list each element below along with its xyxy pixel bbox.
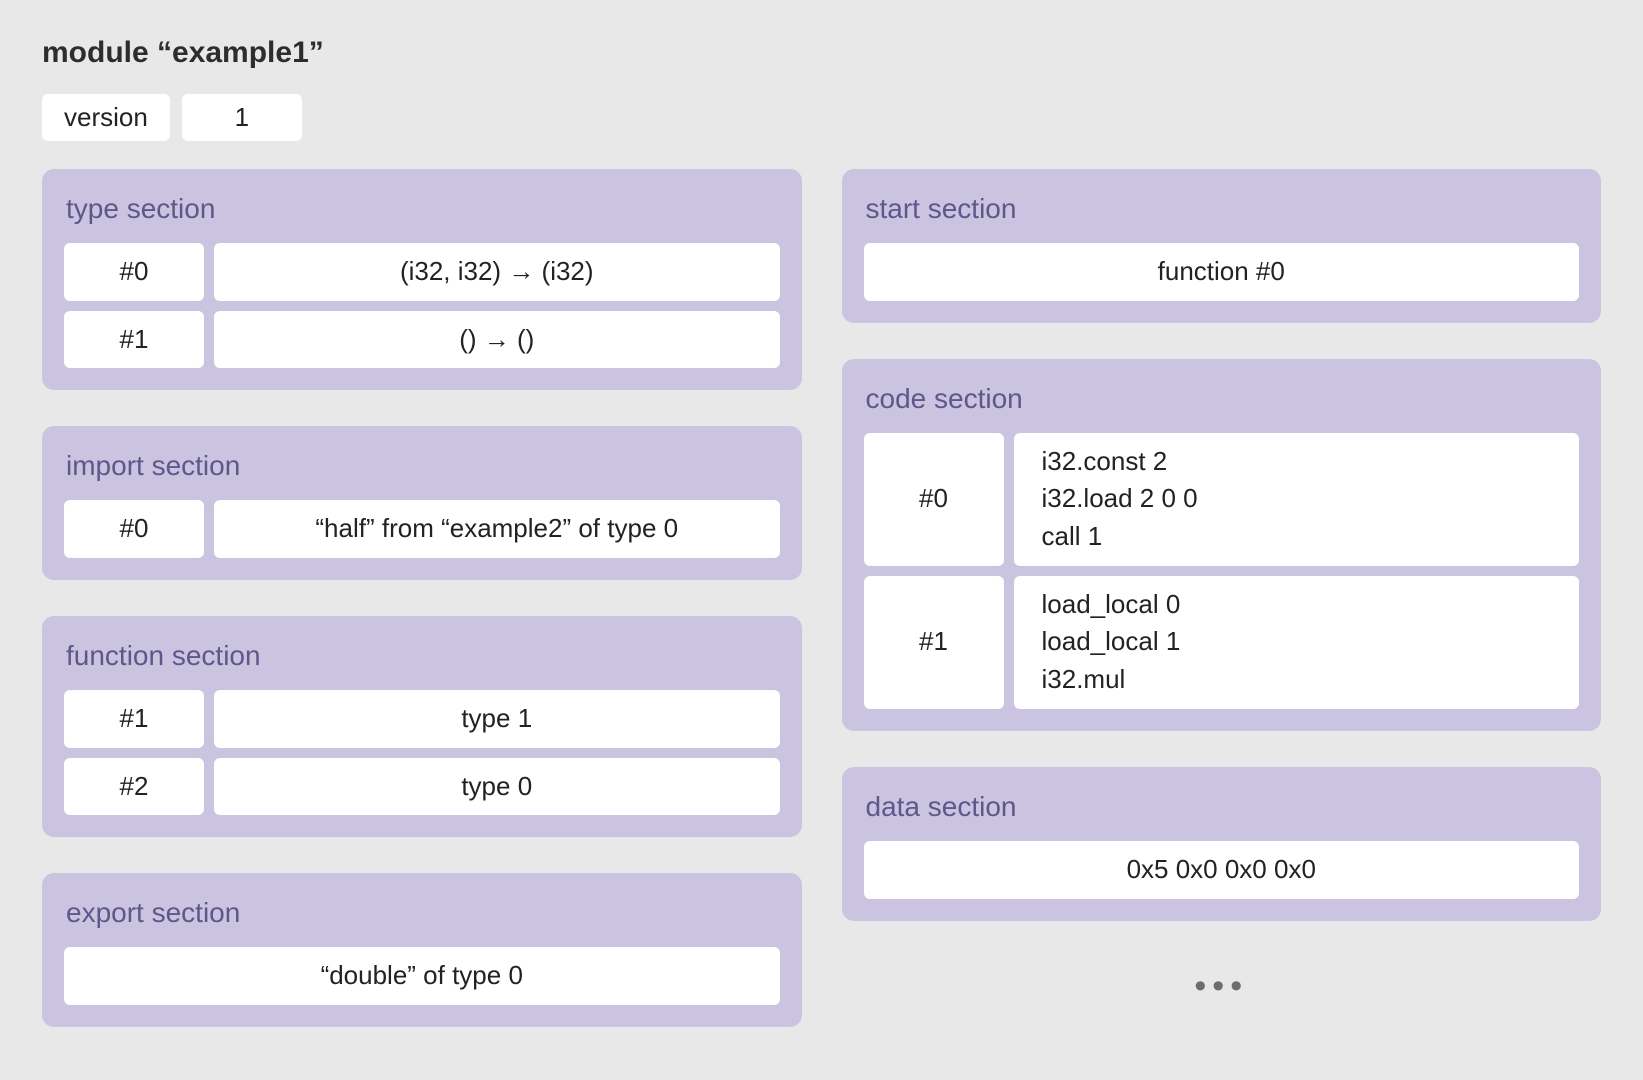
function-section: function section #1 type 1 #2 type 0: [42, 616, 802, 837]
row-index: #0: [64, 500, 204, 558]
code-row: #0 i32.const 2 i32.load 2 0 0 call 1: [864, 433, 1580, 566]
code-line: i32.mul: [1042, 661, 1566, 699]
code-line: i32.const 2: [1042, 443, 1566, 481]
section-title: data section: [866, 791, 1578, 823]
type-signature: (i32, i32) → (i32): [214, 243, 780, 301]
export-section: export section “double” of type 0: [42, 873, 802, 1027]
section-title: export section: [66, 897, 778, 929]
data-desc: 0x5 0x0 0x0 0x0: [864, 841, 1580, 899]
section-title: start section: [866, 193, 1578, 225]
code-body: load_local 0 load_local 1 i32.mul: [1014, 576, 1580, 709]
row-index: #1: [864, 576, 1004, 709]
row-index: #0: [64, 243, 204, 301]
start-desc: function #0: [864, 243, 1580, 301]
function-desc: type 1: [214, 690, 780, 748]
import-row: #0 “half” from “example2” of type 0: [64, 500, 780, 558]
start-row: function #0: [864, 243, 1580, 301]
row-index: #1: [64, 690, 204, 748]
section-title: function section: [66, 640, 778, 672]
ellipsis-icon: •••: [842, 967, 1602, 1006]
function-row: #1 type 1: [64, 690, 780, 748]
row-index: #0: [864, 433, 1004, 566]
code-body: i32.const 2 i32.load 2 0 0 call 1: [1014, 433, 1580, 566]
import-section: import section #0 “half” from “example2”…: [42, 426, 802, 580]
version-label: version: [42, 94, 170, 141]
export-row: “double” of type 0: [64, 947, 780, 1005]
code-line: load_local 1: [1042, 623, 1566, 661]
start-section: start section function #0: [842, 169, 1602, 323]
type-signature: () → (): [214, 311, 780, 369]
version-row: version 1: [42, 94, 1601, 141]
data-section: data section 0x5 0x0 0x0 0x0: [842, 767, 1602, 921]
code-line: i32.load 2 0 0: [1042, 480, 1566, 518]
version-value: 1: [182, 94, 302, 141]
section-title: type section: [66, 193, 778, 225]
type-row: #0 (i32, i32) → (i32): [64, 243, 780, 301]
module-title: module “example1”: [42, 36, 1601, 70]
function-row: #2 type 0: [64, 758, 780, 816]
type-row: #1 () → (): [64, 311, 780, 369]
function-desc: type 0: [214, 758, 780, 816]
section-title: code section: [866, 383, 1578, 415]
code-row: #1 load_local 0 load_local 1 i32.mul: [864, 576, 1580, 709]
data-row: 0x5 0x0 0x0 0x0: [864, 841, 1580, 899]
row-index: #1: [64, 311, 204, 369]
code-line: call 1: [1042, 518, 1566, 556]
section-title: import section: [66, 450, 778, 482]
type-section: type section #0 (i32, i32) → (i32) #1 ()…: [42, 169, 802, 390]
import-desc: “half” from “example2” of type 0: [214, 500, 780, 558]
export-desc: “double” of type 0: [64, 947, 780, 1005]
right-column: start section function #0 code section #…: [842, 169, 1602, 1027]
code-line: load_local 0: [1042, 586, 1566, 624]
code-section: code section #0 i32.const 2 i32.load 2 0…: [842, 359, 1602, 731]
row-index: #2: [64, 758, 204, 816]
left-column: type section #0 (i32, i32) → (i32) #1 ()…: [42, 169, 802, 1027]
